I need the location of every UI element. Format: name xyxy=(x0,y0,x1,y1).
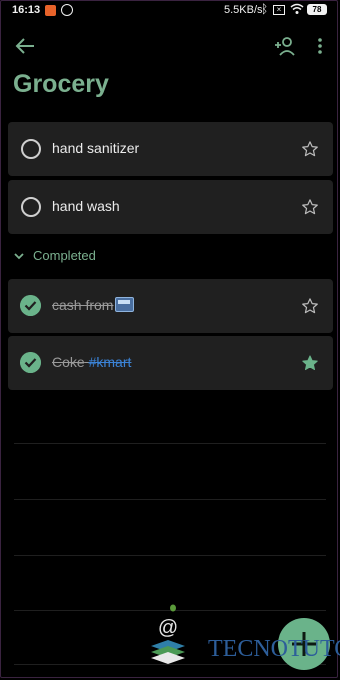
checked-circle-icon[interactable] xyxy=(20,352,41,373)
status-time: 16:13 xyxy=(12,4,41,16)
star-outline-icon[interactable] xyxy=(301,140,319,158)
arrow-back-icon[interactable] xyxy=(14,36,36,56)
battery-icon: 78 xyxy=(307,4,327,15)
bluetooth-icon: ᛒ xyxy=(261,2,269,16)
list-title: Grocery xyxy=(13,70,109,98)
task-item[interactable]: hand sanitizer xyxy=(8,122,333,176)
app-notification-icon xyxy=(45,5,56,16)
divider xyxy=(14,499,326,500)
completed-section-label: Completed xyxy=(33,248,96,263)
task-item[interactable]: hand wash xyxy=(8,180,333,234)
task-label[interactable]: hand wash xyxy=(52,198,120,214)
network-speed: 5.5KB/s xyxy=(224,4,263,16)
more-vert-icon[interactable] xyxy=(312,36,328,56)
completed-task-item[interactable]: cash from xyxy=(8,279,333,333)
task-label[interactable]: Coke #kmart xyxy=(52,354,131,370)
atm-icon xyxy=(115,297,135,312)
star-outline-icon[interactable] xyxy=(301,198,319,216)
task-label[interactable]: cash from xyxy=(52,297,135,313)
checked-circle-icon[interactable] xyxy=(20,295,41,316)
star-outline-icon[interactable] xyxy=(301,297,319,315)
chevron-down-icon xyxy=(14,252,24,263)
divider xyxy=(14,443,326,444)
watermark-logo: @ xyxy=(151,604,185,664)
sim-icon: × xyxy=(273,5,285,15)
whatsapp-icon xyxy=(61,4,73,16)
star-filled-icon[interactable] xyxy=(301,354,319,372)
wifi-icon xyxy=(290,3,304,14)
watermark-text: TECNOTUTO xyxy=(208,636,340,662)
task-label-text: Coke xyxy=(52,354,85,370)
divider xyxy=(14,555,326,556)
task-checkbox[interactable] xyxy=(21,197,41,217)
task-checkbox[interactable] xyxy=(21,139,41,159)
task-label[interactable]: hand sanitizer xyxy=(52,140,139,156)
completed-task-item[interactable]: Coke #kmart xyxy=(8,336,333,390)
add-person-icon[interactable] xyxy=(274,36,298,56)
svg-text:@: @ xyxy=(158,617,178,639)
hashtag-link[interactable]: #kmart xyxy=(89,354,132,370)
task-label-text: cash from xyxy=(52,297,114,313)
completed-section-toggle[interactable]: Completed xyxy=(14,248,96,263)
status-bar: 16:13 5.5KB/s ᛒ × 78 xyxy=(0,0,340,22)
